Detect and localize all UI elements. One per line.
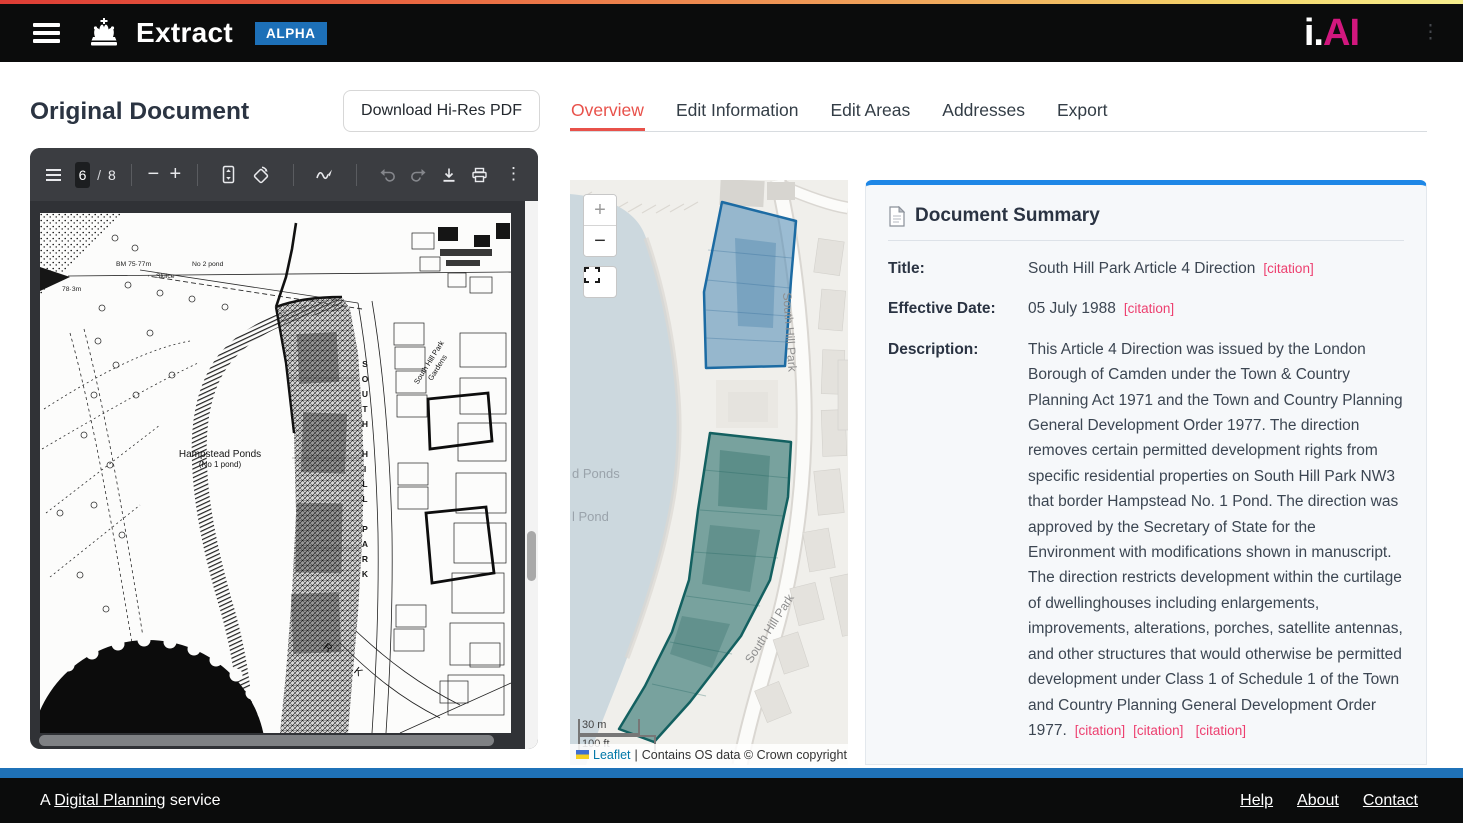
leaflet-link[interactable]: Leaflet <box>593 748 631 762</box>
vintage-map-drawing <box>40 213 511 733</box>
app-title: Extract <box>136 17 233 49</box>
summary-row-description: Description: This Article 4 Direction wa… <box>888 337 1404 744</box>
page-footer: A Digital Planning service Help About Co… <box>0 768 1463 823</box>
footer-link-contact[interactable]: Contact <box>1363 792 1418 810</box>
effective-date-label: Effective Date: <box>888 296 1028 321</box>
pdf-undo-icon[interactable] <box>379 167 396 182</box>
title-label: Title: <box>888 256 1028 281</box>
footer-service-text: A Digital Planning service <box>40 792 221 810</box>
pdf-toolbar: 6 / 8 − + <box>30 148 538 201</box>
pdf-page-count: 8 <box>108 167 116 183</box>
pdf-rotate-icon[interactable] <box>251 165 271 185</box>
title-citation-link[interactable]: [citation] <box>1263 261 1313 276</box>
pdf-page-vintage-map: Hampstead Ponds (No 1 pond) SOUTH HILL P… <box>40 213 511 733</box>
pdf-content-area: Hampstead Ponds (No 1 pond) SOUTH HILL P… <box>30 201 538 749</box>
description-label: Description: <box>888 337 1028 744</box>
pond-label-partial-top: d Ponds <box>572 466 620 481</box>
iai-logo-i: i. <box>1304 12 1323 54</box>
pdf-horizontal-scrollbar-thumb[interactable] <box>39 735 494 746</box>
pdf-download-icon[interactable] <box>441 167 457 183</box>
pdf-more-options-icon[interactable]: ⋮ <box>505 169 522 179</box>
attribution-text: Contains OS data © Crown copyright <box>642 748 847 762</box>
date-citation-link[interactable]: [citation] <box>1124 301 1174 316</box>
download-hires-pdf-button[interactable]: Download Hi-Res PDF <box>343 90 540 132</box>
pdf-vertical-scrollbar[interactable] <box>525 201 538 749</box>
area-polygon-blue[interactable] <box>704 202 796 368</box>
app-header: Extract ALPHA i.AI ⋮ <box>0 4 1463 62</box>
footer-link-about[interactable]: About <box>1297 792 1339 810</box>
pdf-vertical-scrollbar-thumb[interactable] <box>527 531 536 581</box>
ukraine-flag-icon <box>576 750 589 759</box>
vintage-map-elevation-label: 78·3m <box>62 286 81 293</box>
map-attribution: Leaflet | Contains OS data © Crown copyr… <box>570 744 848 765</box>
tab-edit-information[interactable]: Edit Information <box>675 93 800 131</box>
pdf-annotate-pen-icon[interactable] <box>315 167 334 182</box>
pdf-page-number-input[interactable]: 6 <box>75 162 90 188</box>
alpha-badge: ALPHA <box>255 22 327 45</box>
iai-logo-ai: AI <box>1323 12 1359 54</box>
description-value: This Article 4 Direction was issued by t… <box>1028 337 1404 744</box>
summary-row-title: Title: South Hill Park Article 4 Directi… <box>888 256 1404 281</box>
hamburger-menu-icon[interactable] <box>33 19 60 48</box>
description-citation-link-2[interactable]: [citation] <box>1133 723 1183 738</box>
map-zoom-control: + − <box>583 194 617 257</box>
pdf-redo-icon[interactable] <box>410 167 427 182</box>
pdf-print-icon[interactable] <box>471 167 488 183</box>
description-citation-link-1[interactable]: [citation] <box>1075 723 1125 738</box>
iai-logo: i.AI <box>1304 14 1359 52</box>
pdf-page-separator: / <box>97 167 101 183</box>
map-zoom-out-button[interactable]: − <box>584 226 616 256</box>
header-overflow-menu-icon[interactable]: ⋮ <box>1421 28 1433 38</box>
fullscreen-icon <box>584 267 600 283</box>
pdf-zoom-in-button[interactable]: + <box>168 163 182 186</box>
detail-tabs: Overview Edit Information Edit Areas Add… <box>570 93 1427 132</box>
pdf-fit-page-icon[interactable] <box>220 165 237 184</box>
summary-row-effective-date: Effective Date: 05 July 1988[citation] <box>888 296 1404 321</box>
footer-link-help[interactable]: Help <box>1240 792 1273 810</box>
tab-addresses[interactable]: Addresses <box>941 93 1026 131</box>
pond-label-partial-bottom: l Pond <box>572 509 609 524</box>
document-summary-title: Document Summary <box>915 205 1100 227</box>
description-citation-link-3[interactable]: [citation] <box>1196 723 1246 738</box>
title-value: South Hill Park Article 4 Direction[cita… <box>1028 256 1314 281</box>
crown-logo-icon <box>86 17 122 49</box>
tab-export[interactable]: Export <box>1056 93 1109 131</box>
tab-edit-areas[interactable]: Edit Areas <box>830 93 912 131</box>
map-zoom-in-button[interactable]: + <box>584 195 616 226</box>
vintage-map-benchmark-label: BM 75·77m <box>116 261 151 268</box>
page-title: Original Document <box>30 98 249 126</box>
vintage-map-street-label: SOUTH HILL PARK <box>360 359 370 584</box>
document-summary-card: Document Summary Title: South Hill Park … <box>865 180 1427 765</box>
map-fullscreen-button[interactable] <box>583 266 617 298</box>
tab-overview[interactable]: Overview <box>570 93 645 131</box>
extract-app: Extract ALPHA i.AI ⋮ Original Document D… <box>0 0 1463 823</box>
document-icon <box>888 206 905 227</box>
effective-date-value: 05 July 1988[citation] <box>1028 296 1174 321</box>
leaflet-map[interactable]: South Hill Park South Hill Park d Ponds … <box>570 180 848 765</box>
digital-planning-link[interactable]: Digital Planning <box>54 792 165 809</box>
attribution-separator: | <box>635 748 638 762</box>
document-summary-header: Document Summary <box>888 205 1404 241</box>
pdf-zoom-out-button[interactable]: − <box>146 163 160 186</box>
vintage-map-no2-pond-label: No 2 pond <box>192 261 223 268</box>
map-scale-metric: 30 m <box>578 719 640 735</box>
pdf-viewer: 6 / 8 − + <box>30 148 538 749</box>
pdf-menu-icon[interactable] <box>46 166 61 184</box>
vintage-map-sluice-label: Sluice <box>156 273 175 280</box>
vintage-map-pond-label: Hampstead Ponds (No 1 pond) <box>158 449 282 469</box>
